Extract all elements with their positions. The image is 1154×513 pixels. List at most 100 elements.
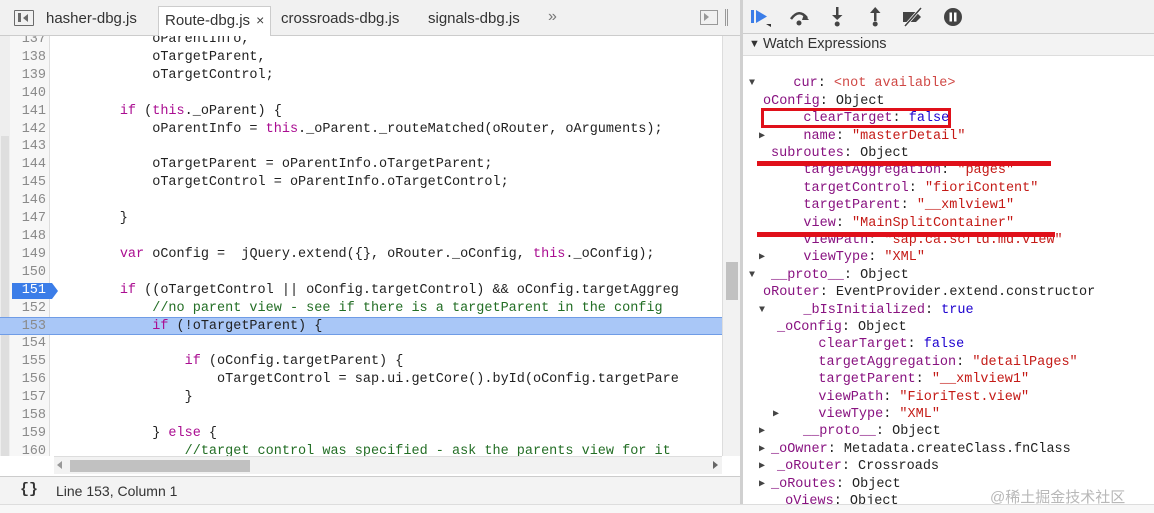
expand-triangle-icon[interactable]: ▶ (759, 423, 765, 440)
line-number[interactable]: 157 (10, 389, 46, 407)
line-number[interactable]: 159 (10, 425, 46, 443)
code-line[interactable]: 151 if ((oTargetControl || oConfig.targe… (0, 282, 722, 300)
line-number[interactable]: 142 (10, 121, 46, 139)
vertical-scroll-thumb[interactable] (726, 262, 738, 300)
line-number[interactable]: 156 (10, 371, 46, 389)
deactivate-breakpoints-icon[interactable] (901, 6, 925, 28)
line-number[interactable]: 151 (10, 282, 46, 300)
more-tabs-icon[interactable]: » (548, 8, 557, 26)
line-number[interactable]: 139 (10, 67, 46, 85)
code-line[interactable]: 144 oTargetParent = oParentInfo.oTargetP… (0, 156, 722, 174)
line-number[interactable]: 143 (10, 138, 46, 156)
line-number[interactable]: 150 (10, 264, 46, 282)
prop-router-oroutes[interactable]: ▶ _oRoutes: Object (747, 458, 901, 491)
line-number[interactable]: 158 (10, 407, 46, 425)
line-number[interactable]: 146 (10, 192, 46, 210)
expand-triangle-icon[interactable]: ▼ (749, 267, 755, 284)
code-text: if ((oTargetControl || oConfig.targetCon… (119, 282, 679, 298)
expand-triangle-icon[interactable]: ▼ (759, 302, 765, 319)
code-line[interactable]: 156 oTargetControl = sap.ui.getCore().by… (0, 371, 722, 389)
code-line[interactable]: 137 oParentInfo, (0, 36, 722, 49)
step-out-icon[interactable] (863, 6, 887, 28)
watch-item-cur[interactable]: cur: <not available> (761, 58, 955, 91)
code-line[interactable]: 143 (0, 138, 722, 156)
code-line[interactable]: 153 if (!oTargetParent) { (0, 317, 722, 336)
expand-triangle-icon[interactable]: ▶ (759, 249, 765, 266)
debugger-toolbar (743, 0, 1154, 34)
prop-router-cleartarget: clearTarget: false (818, 337, 965, 353)
expand-triangle-icon[interactable]: ▶ (759, 476, 765, 493)
code-line[interactable]: 154 (0, 335, 722, 353)
vertical-scrollbar[interactable] (722, 36, 740, 456)
scroll-left-icon[interactable] (57, 461, 62, 469)
tab-route-dbg[interactable]: Route-dbg.js × (158, 6, 272, 36)
line-number[interactable]: 147 (10, 210, 46, 228)
prop-router-oviews[interactable]: ▶ _oViews: Object (747, 476, 899, 504)
line-number[interactable]: 152 (10, 300, 46, 318)
line-number[interactable]: 148 (10, 228, 46, 246)
expand-triangle-icon[interactable]: ▼ (749, 75, 755, 92)
code-text: oTargetControl; (55, 67, 274, 83)
code-line[interactable]: 140 (0, 85, 722, 103)
code-line[interactable]: 158 (0, 407, 722, 425)
toggle-navigator-icon[interactable] (14, 10, 34, 26)
code-line[interactable]: 141 if (this._oParent) { (0, 103, 722, 121)
panel-divider-icon (725, 9, 728, 26)
line-number[interactable]: 138 (10, 49, 46, 67)
expand-triangle-icon[interactable]: ▶ (759, 458, 765, 475)
code-line[interactable]: 159 } else { (0, 425, 722, 443)
line-number[interactable]: 137 (10, 36, 46, 49)
code-line[interactable]: 146 (0, 192, 722, 210)
code-line[interactable]: 155 if (oConfig.targetParent) { (0, 353, 722, 371)
step-into-icon[interactable] (825, 6, 849, 28)
tab-signals-dbg[interactable]: signals-dbg.js (422, 6, 526, 36)
code-line[interactable]: 145 oTargetControl = oParentInfo.oTarget… (0, 174, 722, 192)
step-over-icon[interactable] (787, 6, 811, 28)
resume-icon[interactable] (749, 6, 773, 28)
line-number[interactable]: 141 (10, 103, 46, 121)
horizontal-scroll-thumb[interactable] (70, 460, 250, 472)
tab-label: Route-dbg.js (165, 12, 251, 29)
scroll-right-icon[interactable] (713, 461, 718, 469)
code-line[interactable]: 157 } (0, 389, 722, 407)
code-line[interactable]: 142 oParentInfo = this._oParent._routeMa… (0, 121, 722, 139)
watch-item-oconfig[interactable]: ▼ oConfig: Object (747, 75, 885, 108)
line-number[interactable]: 160 (10, 443, 46, 456)
expand-triangle-icon[interactable]: ▶ (759, 441, 765, 458)
line-number[interactable]: 145 (10, 174, 46, 192)
expand-triangle-icon[interactable]: ▶ (773, 406, 779, 423)
tab-crossroads-dbg[interactable]: crossroads-dbg.js (275, 6, 405, 36)
code-line[interactable]: 150 (0, 264, 722, 282)
expand-triangle-icon[interactable]: ▶ (759, 128, 765, 145)
horizontal-scrollbar[interactable] (54, 456, 722, 474)
code-line[interactable]: 147 } (0, 210, 722, 228)
line-number[interactable]: 155 (10, 353, 46, 371)
close-tab-icon[interactable]: × (256, 12, 264, 28)
code-line[interactable]: 148 (0, 228, 722, 246)
line-number[interactable]: 153 (10, 318, 46, 336)
prop-router-orouter[interactable]: ▶ _oRouter: Crossroads (747, 441, 939, 474)
tab-hasher-dbg[interactable]: hasher-dbg.js (40, 6, 143, 36)
prop-router-oconfig[interactable]: ▼ _oConfig: Object (747, 302, 907, 335)
prop-proto[interactable]: ▶ __proto__: Object (747, 249, 909, 282)
pretty-print-button[interactable]: {} (20, 481, 38, 498)
prop-subroutes[interactable]: ▶ subroutes: Object (747, 128, 909, 161)
line-number[interactable]: 154 (10, 335, 46, 353)
prop-router-viewpath: viewPath: "FioriTest.view" (818, 389, 1030, 405)
line-number[interactable]: 140 (10, 85, 46, 103)
line-number[interactable]: 149 (10, 246, 46, 264)
pause-on-exceptions-icon[interactable] (941, 6, 965, 28)
code-line[interactable]: 139 oTargetControl; (0, 67, 722, 85)
code-editor[interactable]: 137 oParentInfo, 138 oTargetParent, 139 oT… (0, 36, 722, 456)
prop-router-proto[interactable]: ▶ __proto__: Object (747, 406, 941, 439)
code-line[interactable]: 160 //target control was specified - ask… (0, 443, 722, 456)
prop-router-oowner[interactable]: ▶ _oOwner: Metadata.createClass.fnClass (747, 423, 1071, 456)
toggle-debugger-icon[interactable] (700, 10, 718, 25)
code-line[interactable]: 152 //no parent view - see if there is a… (0, 300, 722, 318)
watch-item-orouter[interactable]: ▼ oRouter: EventProvider.extend.construct… (747, 267, 1095, 300)
code-line[interactable]: 138 oTargetParent, (0, 49, 722, 67)
line-number[interactable]: 144 (10, 156, 46, 174)
watch-expressions-header[interactable]: ▼ Watch Expressions (743, 34, 1154, 56)
code-line[interactable]: 149 var oConfig = jQuery.extend({}, oRou… (0, 246, 722, 264)
collapse-triangle-icon[interactable]: ▼ (749, 38, 760, 50)
